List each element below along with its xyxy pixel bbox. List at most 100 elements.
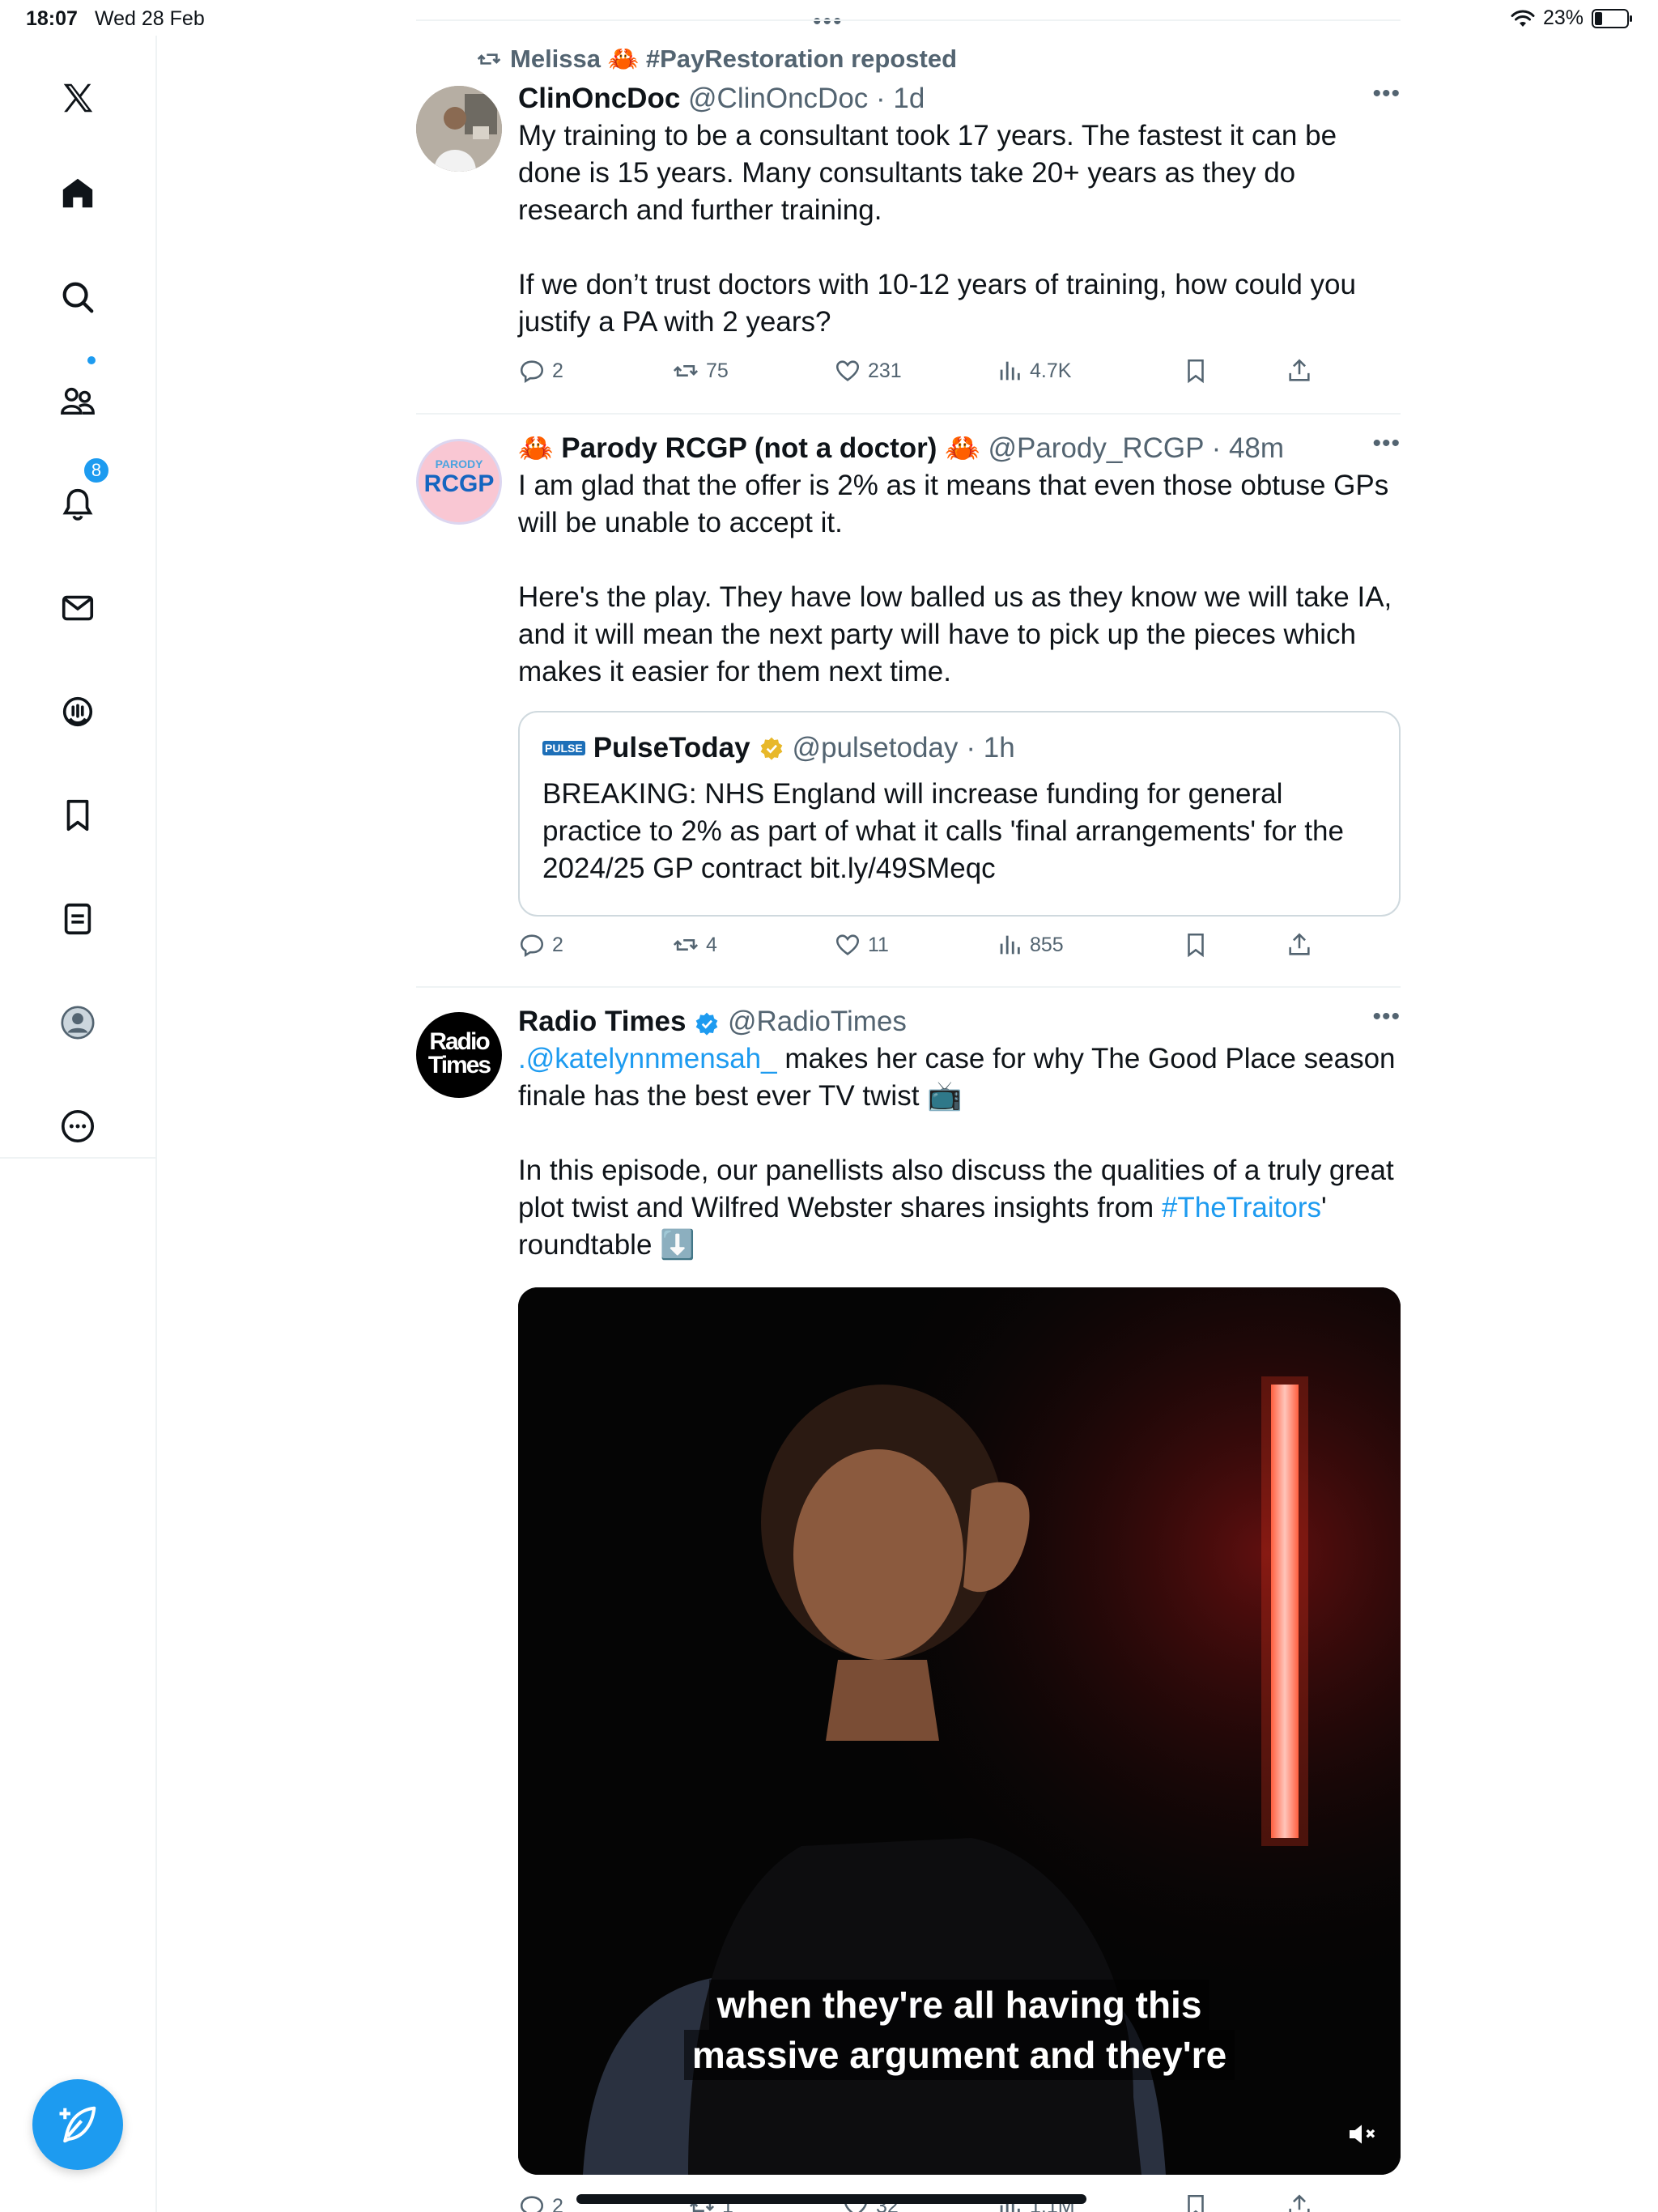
home-icon[interactable] — [54, 170, 101, 217]
avatar-label-main: RCGP — [423, 470, 495, 497]
share-icon — [1289, 2194, 1310, 2212]
reply-button[interactable]: 2 — [518, 931, 563, 959]
avatar-label-top: PARODY — [435, 457, 483, 470]
quote-author-handle[interactable]: @pulsetoday — [793, 732, 959, 764]
hashtag-link[interactable]: #TheTraitors — [1162, 1192, 1321, 1223]
search-icon[interactable] — [54, 274, 101, 321]
quoted-tweet[interactable]: PULSE PulseToday @pulsetoday · 1h BREAKI… — [518, 711, 1401, 917]
video-caption: when they're all having this massive arg… — [518, 1980, 1401, 2080]
caption-line-1: when they're all having this — [708, 1980, 1210, 2030]
author-handle[interactable]: @Parody_RCGP — [988, 432, 1203, 464]
analytics-icon — [1000, 361, 1020, 381]
x-logo-icon[interactable] — [54, 74, 101, 121]
tweet-content: 🦀 Parody RCGP (not a doctor) 🦀 @Parody_R… — [518, 430, 1401, 691]
battery-icon — [1592, 8, 1632, 28]
timeline: Melissa 🦀 #PayRestoration reposted ClinO… — [416, 0, 1401, 2212]
avatar-logo-line2: Times — [427, 1052, 491, 1078]
repost-count: 75 — [706, 359, 729, 382]
reply-count: 2 — [552, 2194, 563, 2212]
battery-level — [1595, 11, 1602, 25]
tweet-text: My training to be a consultant took 17 y… — [518, 120, 1356, 338]
tweet-text: .@katelynnmensah_ makes her case for why… — [518, 1040, 1401, 1264]
bookmark-button[interactable] — [1182, 931, 1209, 959]
more-options-icon[interactable]: ••• — [1372, 1003, 1401, 1031]
lists-icon[interactable] — [54, 895, 101, 942]
bookmark-button[interactable] — [1182, 2193, 1209, 2212]
repost-icon — [673, 365, 699, 376]
status-right: 23% — [1511, 6, 1632, 30]
status-time: 18:07 — [26, 7, 78, 30]
battery-percent: 23% — [1542, 6, 1584, 29]
like-button[interactable]: 231 — [834, 357, 902, 385]
bookmarks-icon[interactable] — [54, 792, 101, 839]
views-count: 855 — [1030, 933, 1064, 956]
like-button[interactable]: 11 — [834, 931, 889, 959]
messages-icon[interactable] — [54, 585, 101, 632]
quote-text: BREAKING: NHS England will increase fund… — [542, 778, 1344, 884]
share-button[interactable] — [1286, 2193, 1313, 2212]
home-indicator[interactable] — [576, 2194, 1086, 2204]
compose-button[interactable] — [32, 2079, 123, 2170]
author-name[interactable]: ClinOncDoc — [518, 83, 680, 114]
views-button[interactable]: 4.7K — [996, 357, 1071, 385]
avatar-logo-text: Radio Times — [416, 1028, 502, 1078]
status-date: Wed 28 Feb — [95, 7, 205, 30]
verified-blue-icon — [695, 1012, 718, 1036]
repost-count: 4 — [706, 933, 717, 956]
bookmark-button[interactable] — [1182, 357, 1209, 385]
repost-button[interactable]: 75 — [672, 357, 729, 385]
reply-button[interactable]: 2 — [518, 357, 563, 385]
video-player[interactable]: when they're all having this massive arg… — [518, 1287, 1401, 2175]
quote-header: PULSE PulseToday @pulsetoday · 1h — [542, 732, 1015, 764]
tweet-time[interactable]: · 48m — [1212, 432, 1284, 464]
heart-icon — [835, 934, 860, 955]
sidebar: 8 — [0, 36, 157, 2212]
communities-unread-dot — [86, 355, 97, 366]
reply-icon — [520, 360, 544, 384]
tweet-actions: 2 4 11 855 — [518, 931, 1328, 963]
communities-icon[interactable] — [54, 377, 101, 424]
pulse-logo: PULSE — [542, 741, 585, 755]
mute-icon[interactable] — [1346, 2118, 1378, 2150]
quote-author-name[interactable]: PulseToday — [593, 732, 750, 764]
author-name[interactable]: 🦀 Parody RCGP (not a doctor) 🦀 — [518, 432, 980, 464]
reply-button[interactable]: 2 — [518, 2193, 563, 2212]
avatar-logo-line1: Radio — [429, 1028, 490, 1055]
bookmark-icon — [1188, 2194, 1204, 2212]
more-icon[interactable] — [54, 1103, 101, 1150]
tweet-header: ClinOncDoc @ClinOncDoc · 1d — [518, 80, 1401, 117]
quote-time: · 1h — [966, 732, 1015, 764]
repost-button[interactable]: 4 — [672, 931, 717, 959]
verified-gold-icon — [760, 737, 782, 760]
tweet[interactable]: PARODY RCGP 🦀 Parody RCGP (not a doctor)… — [416, 415, 1401, 986]
reply-count: 2 — [552, 359, 563, 382]
tweet-actions: 2 75 231 4.7K — [518, 357, 1328, 389]
avatar[interactable] — [416, 86, 502, 172]
notifications-icon[interactable] — [54, 481, 101, 528]
like-count: 231 — [868, 359, 902, 382]
views-button[interactable]: 855 — [996, 931, 1064, 959]
share-button[interactable] — [1286, 357, 1313, 385]
author-name[interactable]: Radio Times — [518, 1006, 686, 1037]
author-handle[interactable]: @RadioTimes — [728, 1006, 907, 1037]
avatar[interactable]: PARODY RCGP — [416, 439, 502, 525]
tweet-time[interactable]: · 1d — [876, 83, 925, 114]
more-options-icon[interactable]: ••• — [1372, 430, 1401, 457]
avatar-photo — [416, 86, 502, 172]
tweet[interactable]: Melissa 🦀 #PayRestoration reposted ClinO… — [416, 0, 1401, 413]
repost-context: Melissa 🦀 #PayRestoration reposted — [476, 44, 957, 74]
reply-icon — [520, 2196, 544, 2212]
author-handle[interactable]: @ClinOncDoc — [688, 83, 868, 114]
bookmark-icon — [1188, 359, 1204, 384]
more-options-icon[interactable]: ••• — [1372, 80, 1401, 108]
repost-icon — [673, 939, 699, 951]
repost-label[interactable]: Melissa 🦀 #PayRestoration reposted — [510, 44, 957, 74]
like-count: 11 — [868, 933, 889, 956]
profile-icon[interactable] — [54, 999, 101, 1046]
tweet[interactable]: Radio Times Radio Times @RadioTimes ••• … — [416, 988, 1401, 2212]
reply-count: 2 — [552, 933, 563, 956]
mention-link[interactable]: .@katelynnmensah_ — [518, 1043, 777, 1074]
share-button[interactable] — [1286, 931, 1313, 959]
avatar[interactable]: Radio Times — [416, 1012, 502, 1098]
spaces-icon[interactable] — [54, 688, 101, 735]
